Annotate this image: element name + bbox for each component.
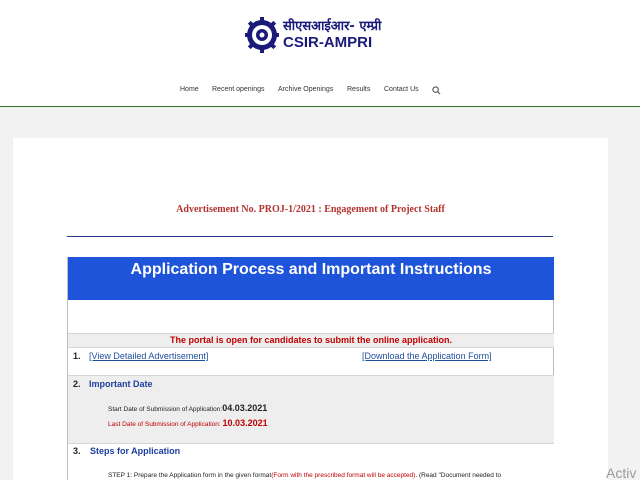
row-number: 3.	[73, 446, 81, 456]
advertisement-title: Advertisement No. PROJ-1/2021 : Engageme…	[176, 204, 445, 215]
nav-contact-us[interactable]: Contact Us	[384, 86, 419, 93]
logo-hindi-text: सीएसआईआर- एम्प्री	[283, 19, 382, 34]
row-number: 1.	[73, 351, 81, 361]
panel-title: Application Process and Important Instru…	[130, 261, 492, 278]
download-form-link[interactable]: [Download the Application Form]	[362, 351, 492, 361]
important-date-title: Important Date	[89, 379, 153, 389]
last-date-value: 10.03.2021	[222, 418, 268, 428]
main-nav: Home Recent openings Archive Openings Re…	[0, 86, 640, 98]
portal-notice-row: The portal is open for candidates to sub…	[68, 333, 554, 347]
step-1-text: STEP 1: Prepare the Application form in …	[108, 472, 501, 479]
portal-notice: The portal is open for candidates to sub…	[169, 335, 453, 345]
nav-recent-openings[interactable]: Recent openings	[212, 86, 265, 93]
steps-title: Steps for Application	[90, 446, 181, 456]
step-1-tail: . (Read "Document needed to	[415, 472, 502, 479]
start-date-value: 04.03.2021	[222, 403, 268, 413]
row-steps: 3. Steps for Application STEP 1: Prepare…	[68, 443, 554, 480]
last-date-label: Last Date of Submission of Application:	[108, 421, 223, 428]
nav-home[interactable]: Home	[180, 86, 199, 93]
start-date-label: Start Date of Submission of Application:	[108, 406, 223, 413]
row-important-date: 2. Important Date Start Date of Submissi…	[68, 375, 554, 443]
nav-archive-openings[interactable]: Archive Openings	[278, 86, 333, 93]
instructions-panel: Application Process and Important Instru…	[67, 257, 554, 480]
panel-header: Application Process and Important Instru…	[68, 257, 554, 300]
site-header: सीएसआईआर- एम्प्री CSIR-AMPRI Home Recent…	[0, 0, 640, 107]
row-links: 1. [View Detailed Advertisement] [Downlo…	[68, 347, 554, 375]
step-1-main: STEP 1: Prepare the Application form in …	[108, 472, 272, 479]
start-date-line: Start Date of Submission of Application:…	[108, 403, 267, 413]
divider	[67, 236, 553, 237]
step-1-note: (Form with the prescribed format will be…	[271, 472, 416, 479]
site-logo[interactable]: सीएसआईआर- एम्प्री CSIR-AMPRI	[245, 14, 381, 60]
gear-logo-icon	[245, 17, 279, 53]
logo-text: CSIR-AMPRI	[283, 34, 373, 51]
content-card: Advertisement No. PROJ-1/2021 : Engageme…	[13, 138, 608, 480]
row-number: 2.	[73, 379, 81, 389]
search-icon[interactable]	[432, 86, 441, 95]
nav-results[interactable]: Results	[347, 86, 370, 93]
last-date-line: Last Date of Submission of Application: …	[108, 418, 268, 428]
activation-watermark: Activ	[606, 465, 637, 480]
view-advertisement-link[interactable]: [View Detailed Advertisement]	[89, 351, 208, 361]
